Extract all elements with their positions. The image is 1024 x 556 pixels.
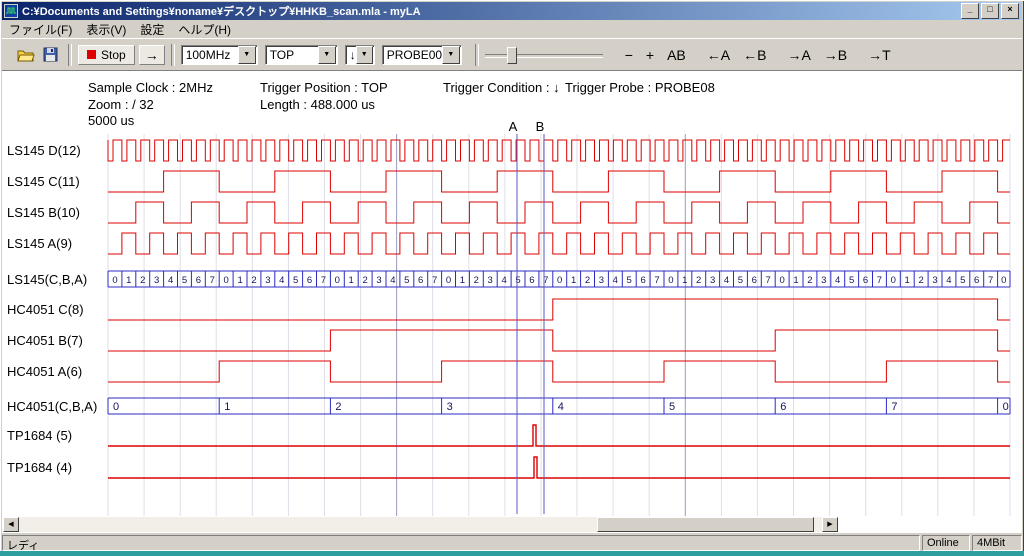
open-file-button[interactable] xyxy=(14,44,38,66)
trigger-probe-value: PROBE00 xyxy=(383,48,442,62)
menu-bar: ファイル(F)表示(V)設定ヘルプ(H) xyxy=(2,20,1022,38)
menu-settings[interactable]: 設定 xyxy=(133,20,171,39)
status-online-badge: Online xyxy=(922,535,970,551)
zoom-slider[interactable] xyxy=(485,45,603,65)
scroll-right-button[interactable]: ▶ xyxy=(822,517,838,532)
app-window: C:¥Documents and Settings¥noname¥デスクトップ¥… xyxy=(0,0,1024,556)
jump-right-to-b-button[interactable]: →B xyxy=(821,47,850,63)
horizontal-scrollbar[interactable]: ◀ ▶ xyxy=(3,517,838,532)
length-info: Length : 488.000 us xyxy=(260,97,375,112)
trigger-position-info: Trigger Position : TOP xyxy=(260,80,388,95)
app-icon xyxy=(4,4,18,18)
waveform-panel xyxy=(2,71,1022,533)
trigger-probe-select[interactable]: PROBE00 ▼ xyxy=(382,45,462,65)
chevron-down-icon[interactable]: ▼ xyxy=(442,46,460,64)
jump-left-to-b-button[interactable]: ←B xyxy=(740,47,769,63)
scrollbar-thumb[interactable] xyxy=(597,517,814,532)
minimize-button[interactable]: _ xyxy=(961,3,979,19)
menu-help[interactable]: ヘルプ(H) xyxy=(171,20,238,39)
trigger-position-value: TOP xyxy=(266,48,318,62)
trigger-probe-info: Trigger Probe : PROBE08 xyxy=(565,80,715,95)
chevron-down-icon[interactable]: ▼ xyxy=(318,46,336,64)
toolbar: Stop → 100MHz ▼ TOP ▼ ↓ ▼ PROBE00 ▼ −+ AB… xyxy=(2,38,1022,71)
toolbar-separator xyxy=(171,44,175,66)
zoom-in-button[interactable]: + xyxy=(643,47,657,63)
close-button[interactable]: × xyxy=(1001,3,1019,19)
desktop-edge xyxy=(0,551,1024,556)
toolbar-separator xyxy=(68,44,72,66)
floppy-icon xyxy=(43,47,58,62)
window-controls: _ □ × xyxy=(961,3,1019,19)
run-button[interactable]: → xyxy=(139,45,165,65)
chevron-down-icon[interactable]: ▼ xyxy=(356,46,373,64)
ab-markers-button[interactable]: AB xyxy=(664,47,689,63)
title-bar: C:¥Documents and Settings¥noname¥デスクトップ¥… xyxy=(2,2,1022,20)
open-folder-icon xyxy=(17,48,35,62)
scroll-left-button[interactable]: ◀ xyxy=(3,517,19,532)
sample-clock-info: Sample Clock : 2MHz xyxy=(88,80,213,95)
sample-clock-value: 100MHz xyxy=(182,48,238,62)
trigger-condition-info: Trigger Condition : ↓ xyxy=(443,80,560,95)
jump-to-trigger-button[interactable]: →T xyxy=(865,47,894,63)
trigger-condition-select[interactable]: ↓ ▼ xyxy=(345,45,375,65)
menu-view[interactable]: 表示(V) xyxy=(79,20,133,39)
status-bar: レディ Online 4MBit xyxy=(2,533,1022,551)
maximize-button[interactable]: □ xyxy=(981,3,999,19)
zoom-slider-track xyxy=(485,54,603,58)
window-title: C:¥Documents and Settings¥noname¥デスクトップ¥… xyxy=(22,3,961,19)
status-message: レディ xyxy=(2,535,920,551)
save-button[interactable] xyxy=(38,44,62,66)
toolbar-separator xyxy=(475,44,479,66)
scrollbar-track[interactable] xyxy=(19,517,822,532)
chevron-down-icon[interactable]: ▼ xyxy=(238,46,256,64)
status-memory-badge: 4MBit xyxy=(972,535,1022,551)
jump-left-to-a-button[interactable]: ←A xyxy=(704,47,733,63)
zoom-out-button[interactable]: − xyxy=(622,47,636,63)
trigger-condition-value: ↓ xyxy=(346,48,356,62)
stop-button[interactable]: Stop xyxy=(78,45,135,65)
stop-label: Stop xyxy=(101,48,126,62)
jump-right-to-a-button[interactable]: →A xyxy=(784,47,813,63)
stop-icon xyxy=(87,50,96,59)
trigger-position-select[interactable]: TOP ▼ xyxy=(265,45,338,65)
sample-clock-select[interactable]: 100MHz ▼ xyxy=(181,45,258,65)
zoom-slider-thumb[interactable] xyxy=(507,47,517,64)
marker-button-group: −+ AB ←A ←B →A →B →T xyxy=(607,47,894,63)
zoom-info: Zoom : / 32 xyxy=(88,97,154,112)
menu-file[interactable]: ファイル(F) xyxy=(2,20,79,39)
